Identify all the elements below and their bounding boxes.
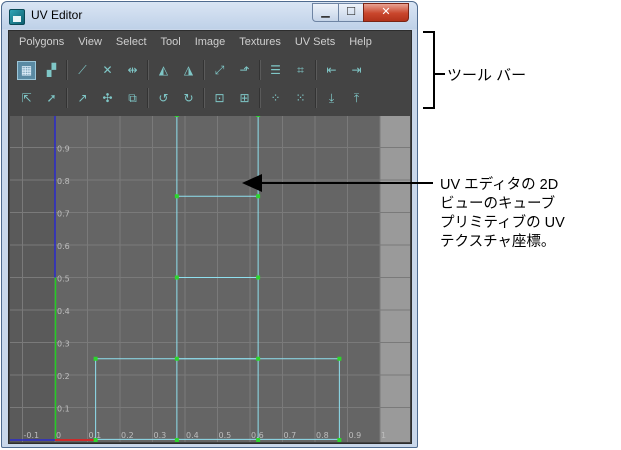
uv-callout-text: UV エディタの 2D ビューのキューブ プリミティブの UV テクスチャ座標。 — [440, 176, 610, 252]
callout-line-3: プリミティブの UV — [440, 215, 565, 231]
callout-line-4: テクスチャ座標。 — [440, 234, 556, 250]
callout-line-1: UV エディタの 2D — [440, 177, 559, 193]
callout-line-2: ビューのキューブ — [440, 196, 556, 212]
